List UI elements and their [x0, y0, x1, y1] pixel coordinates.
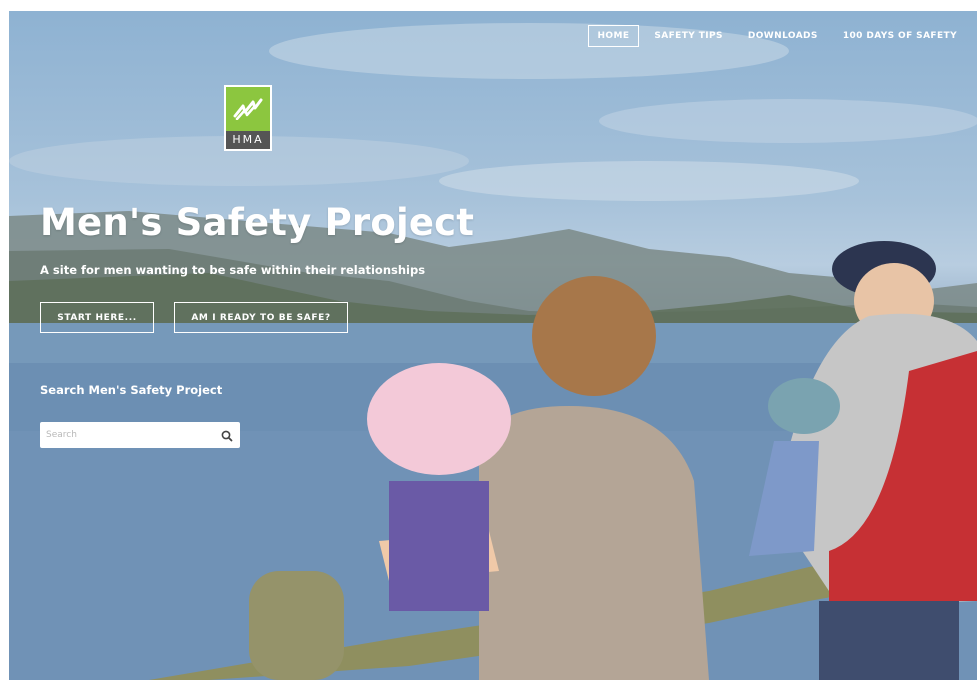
- hero-section: HOME SAFETY TIPS DOWNLOADS 100 DAYS OF S…: [9, 11, 977, 680]
- background-photo: [9, 23, 977, 680]
- nav-item-safety-tips[interactable]: SAFETY TIPS: [644, 25, 733, 47]
- page-title: Men's Safety Project: [40, 201, 475, 244]
- logo-mark-icon: [226, 87, 270, 131]
- am-i-ready-button[interactable]: AM I READY TO BE SAFE?: [174, 302, 348, 333]
- search-icon[interactable]: [220, 428, 234, 442]
- main-nav: HOME SAFETY TIPS DOWNLOADS 100 DAYS OF S…: [583, 25, 968, 47]
- nav-item-downloads[interactable]: DOWNLOADS: [738, 25, 828, 47]
- start-here-button[interactable]: START HERE...: [40, 302, 154, 333]
- nav-item-100-days-of-safety[interactable]: 100 DAYS OF SAFETY: [833, 25, 967, 47]
- search-heading: Search Men's Safety Project: [40, 383, 223, 397]
- search-box: [40, 422, 240, 448]
- nav-item-home[interactable]: HOME: [587, 25, 640, 47]
- site-logo[interactable]: HMA: [224, 85, 272, 151]
- page-subtitle: A site for men wanting to be safe within…: [40, 263, 426, 277]
- search-input[interactable]: [40, 423, 222, 447]
- logo-text: HMA: [226, 131, 270, 149]
